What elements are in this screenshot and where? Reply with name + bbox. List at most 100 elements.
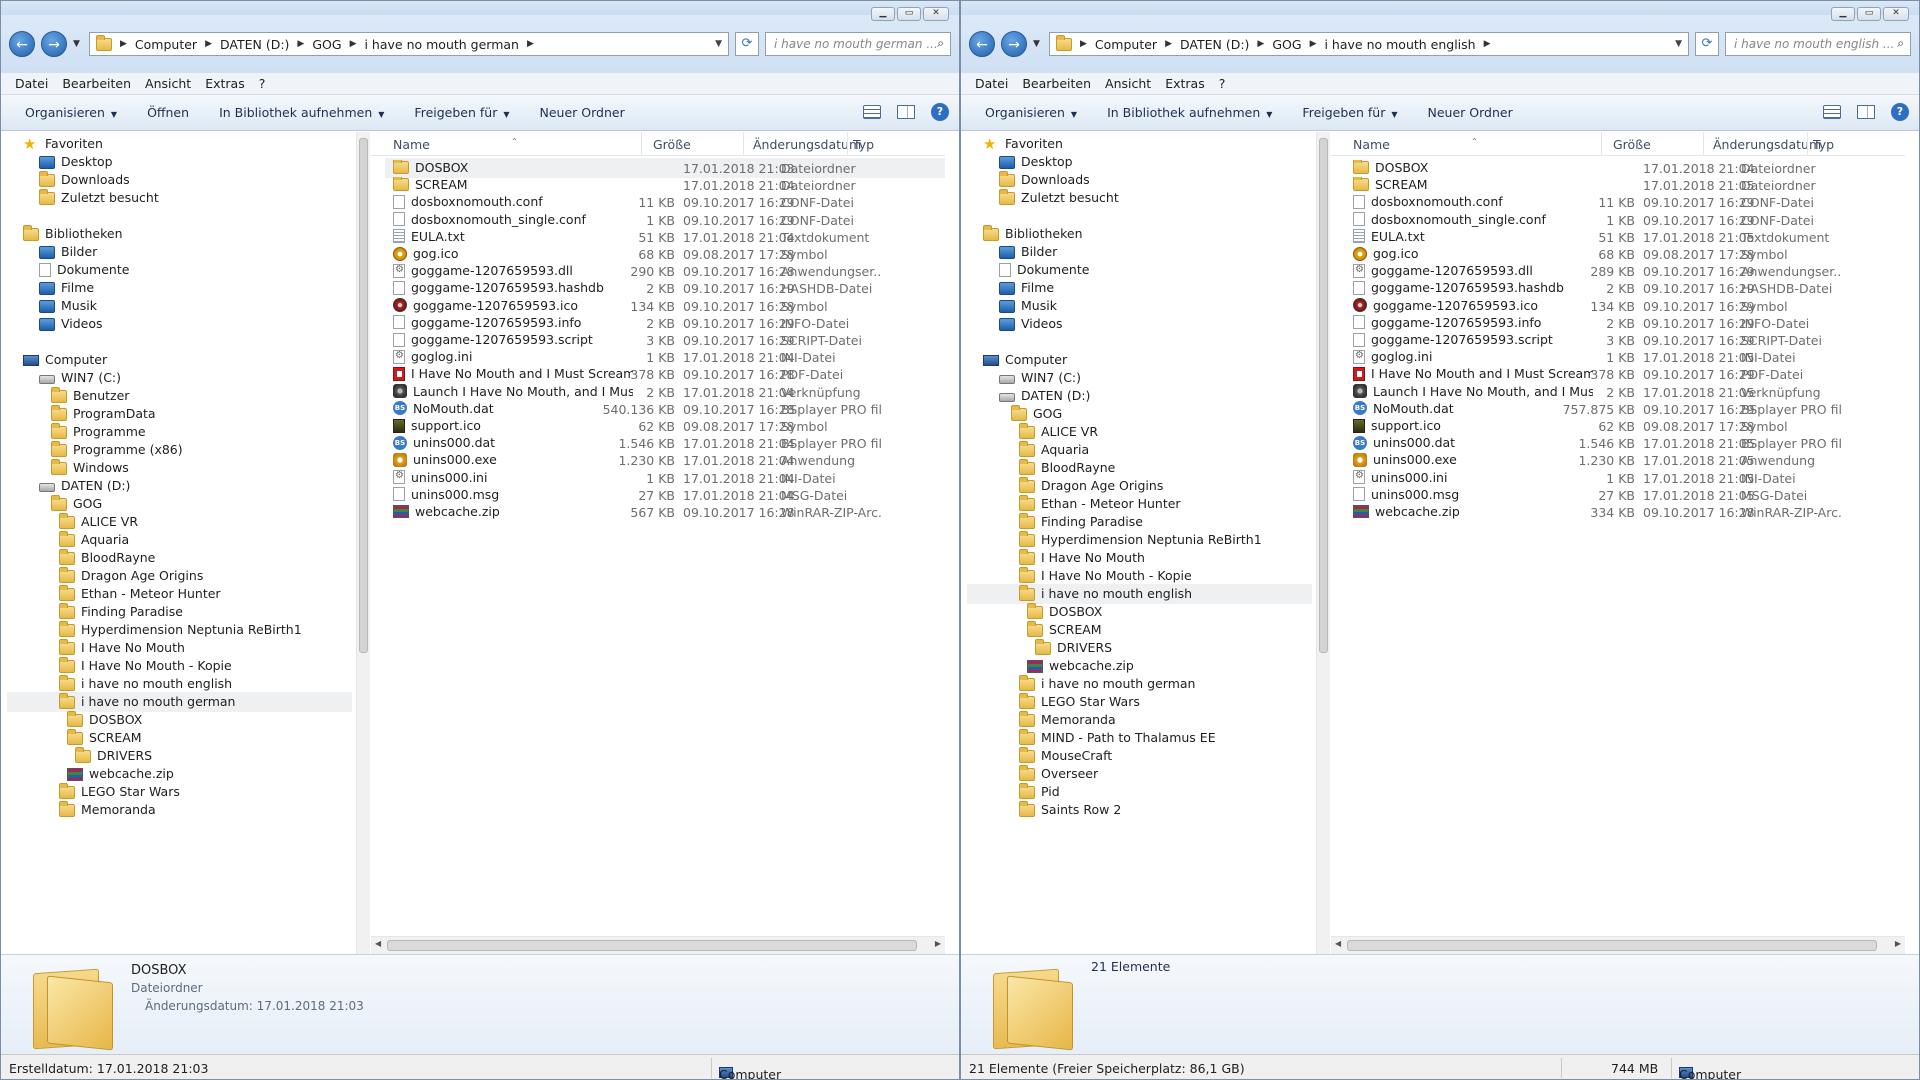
address-bar[interactable]: ▶ Computer ▶ DATEN (D:) ▶ GOG ▶ i have no mouth… bbox=[1049, 32, 1689, 56]
nav-item[interactable]: Overseer bbox=[1019, 764, 1098, 784]
column-divider[interactable] bbox=[1807, 132, 1808, 156]
navigation-pane[interactable]: ★ Favoriten Desktop Downloads Zuletzt besuch… bbox=[1, 132, 356, 954]
menu-item[interactable]: Extras bbox=[205, 76, 245, 91]
breadcrumb-separator-icon[interactable]: ▶ bbox=[350, 39, 357, 49]
nav-item[interactable]: SCREAM bbox=[67, 728, 142, 748]
breadcrumb-item[interactable]: i have no mouth german bbox=[364, 37, 518, 52]
scrollbar-thumb[interactable] bbox=[359, 138, 368, 653]
scrollbar-thumb[interactable] bbox=[387, 940, 917, 951]
preview-pane-icon[interactable] bbox=[897, 105, 915, 119]
nav-item[interactable]: ALICE VR bbox=[59, 512, 138, 532]
nav-item[interactable]: LEGO Star Wars bbox=[59, 782, 180, 802]
nav-item[interactable]: Aquaria bbox=[1019, 440, 1089, 460]
view-options-icon[interactable] bbox=[863, 105, 881, 119]
nav-scrollbar[interactable] bbox=[1316, 132, 1330, 954]
breadcrumb-item[interactable]: DATEN (D:) bbox=[1180, 37, 1249, 52]
column-date[interactable]: Änderungsdatum bbox=[1713, 137, 1821, 152]
breadcrumb-item[interactable]: i have no mouth english bbox=[1324, 37, 1475, 52]
scroll-left-icon[interactable]: ◀ bbox=[375, 939, 381, 948]
nav-item[interactable]: DRIVERS bbox=[1035, 638, 1112, 658]
history-dropdown-icon[interactable]: ▼ bbox=[1033, 39, 1043, 49]
breadcrumb-separator-icon[interactable]: ▶ bbox=[120, 39, 127, 49]
menu-item[interactable]: Ansicht bbox=[145, 76, 191, 91]
maximize-button[interactable]: ▭ bbox=[897, 7, 921, 21]
nav-item[interactable]: ProgramData bbox=[51, 404, 156, 424]
scrollbar-thumb[interactable] bbox=[1347, 940, 1877, 951]
nav-item[interactable]: Dragon Age Origins bbox=[59, 566, 203, 586]
nav-item[interactable]: Videos bbox=[999, 314, 1063, 334]
command-button[interactable]: Öffnen bbox=[137, 101, 199, 124]
nav-item[interactable]: webcache.zip bbox=[67, 764, 174, 784]
nav-item[interactable]: BloodRayne bbox=[59, 548, 155, 568]
nav-item[interactable]: i have no mouth german bbox=[7, 692, 352, 712]
search-input[interactable]: i have no mouth english ... ⌕ bbox=[1725, 32, 1911, 56]
nav-item[interactable]: Saints Row 2 bbox=[1019, 800, 1121, 820]
nav-item[interactable]: i have no mouth german bbox=[1019, 674, 1195, 694]
minimize-button[interactable]: ▁ bbox=[871, 7, 895, 21]
nav-item[interactable]: DRIVERS bbox=[75, 746, 152, 766]
column-divider[interactable] bbox=[743, 132, 744, 156]
nav-item[interactable]: Musik bbox=[39, 296, 97, 316]
nav-item[interactable]: Memoranda bbox=[1019, 710, 1116, 730]
preview-pane-icon[interactable] bbox=[1857, 105, 1875, 119]
view-options-icon[interactable] bbox=[1823, 105, 1841, 119]
nav-item[interactable]: BloodRayne bbox=[1019, 458, 1115, 478]
nav-item[interactable]: Ethan - Meteor Hunter bbox=[59, 584, 221, 604]
column-date[interactable]: Änderungsdatum bbox=[753, 137, 861, 152]
nav-item[interactable]: I Have No Mouth - Kopie bbox=[1019, 566, 1192, 586]
nav-item[interactable]: Pid bbox=[1019, 782, 1060, 802]
nav-item[interactable]: Dokumente bbox=[999, 260, 1089, 280]
forward-button[interactable]: → bbox=[1001, 31, 1027, 57]
scroll-right-icon[interactable]: ▶ bbox=[935, 939, 941, 948]
forward-button[interactable]: → bbox=[41, 31, 67, 57]
nav-item[interactable]: ALICE VR bbox=[1019, 422, 1098, 442]
breadcrumb-item[interactable]: Computer bbox=[1095, 37, 1157, 52]
breadcrumb-separator-icon[interactable]: ▶ bbox=[1165, 39, 1172, 49]
column-type[interactable]: Typ bbox=[853, 137, 874, 152]
nav-item[interactable]: Computer bbox=[983, 350, 1067, 370]
menu-item[interactable]: Bearbeiten bbox=[62, 76, 131, 91]
address-dropdown-icon[interactable]: ▼ bbox=[715, 39, 722, 49]
menu-item[interactable]: ? bbox=[259, 76, 266, 91]
nav-item[interactable]: DOSBOX bbox=[67, 710, 142, 730]
nav-item[interactable]: SCREAM bbox=[1027, 620, 1102, 640]
nav-item[interactable]: Ethan - Meteor Hunter bbox=[1019, 494, 1181, 514]
search-icon[interactable]: ⌕ bbox=[1897, 36, 1904, 51]
menu-item[interactable]: Datei bbox=[15, 76, 48, 91]
maximize-button[interactable]: ▭ bbox=[1857, 7, 1881, 21]
nav-item[interactable]: Dokumente bbox=[39, 260, 129, 280]
command-button[interactable]: Neuer Ordner bbox=[530, 101, 635, 124]
nav-item[interactable]: Filme bbox=[999, 278, 1054, 298]
back-button[interactable]: ← bbox=[9, 31, 35, 57]
scroll-right-icon[interactable]: ▶ bbox=[1895, 939, 1901, 948]
nav-item[interactable]: Hyperdimension Neptunia ReBirth1 bbox=[1019, 530, 1262, 550]
nav-item[interactable]: Finding Paradise bbox=[59, 602, 183, 622]
nav-item[interactable]: I Have No Mouth bbox=[59, 638, 185, 658]
navigation-pane[interactable]: ★ Favoriten Desktop Downloads Zuletzt besuch… bbox=[961, 132, 1316, 954]
column-name[interactable]: Name bbox=[393, 137, 430, 152]
column-size[interactable]: Größe bbox=[1613, 137, 1651, 152]
horizontal-scrollbar[interactable]: ◀ ▶ bbox=[1331, 936, 1905, 954]
column-divider[interactable] bbox=[1601, 132, 1602, 156]
file-row[interactable]: webcache.zip 334 KB 09.10.2017 16:28 WinRAR… bbox=[1345, 502, 1905, 522]
nav-item[interactable]: DOSBOX bbox=[1027, 602, 1102, 622]
menu-item[interactable]: Bearbeiten bbox=[1022, 76, 1091, 91]
breadcrumb-separator-icon[interactable]: ▶ bbox=[1310, 39, 1317, 49]
nav-item[interactable]: i have no mouth english bbox=[59, 674, 232, 694]
menu-item[interactable]: Ansicht bbox=[1105, 76, 1151, 91]
nav-item[interactable]: Desktop bbox=[39, 152, 113, 172]
nav-item[interactable]: I Have No Mouth bbox=[1019, 548, 1145, 568]
column-size[interactable]: Größe bbox=[653, 137, 691, 152]
nav-item[interactable]: Bibliotheken bbox=[983, 224, 1083, 244]
nav-item[interactable]: Downloads bbox=[999, 170, 1090, 190]
horizontal-scrollbar[interactable]: ◀ ▶ bbox=[371, 936, 945, 954]
nav-item[interactable]: ★ Favoriten bbox=[23, 134, 103, 154]
nav-item[interactable]: MIND - Path to Thalamus EE bbox=[1019, 728, 1216, 748]
help-icon[interactable]: ? bbox=[1891, 103, 1909, 121]
menu-item[interactable]: Extras bbox=[1165, 76, 1205, 91]
nav-item[interactable]: DATEN (D:) bbox=[999, 386, 1090, 406]
address-dropdown-icon[interactable]: ▼ bbox=[1675, 39, 1682, 49]
nav-item[interactable]: Desktop bbox=[999, 152, 1073, 172]
breadcrumb-separator-icon[interactable]: ▶ bbox=[297, 39, 304, 49]
breadcrumb-item[interactable]: GOG bbox=[312, 37, 341, 52]
